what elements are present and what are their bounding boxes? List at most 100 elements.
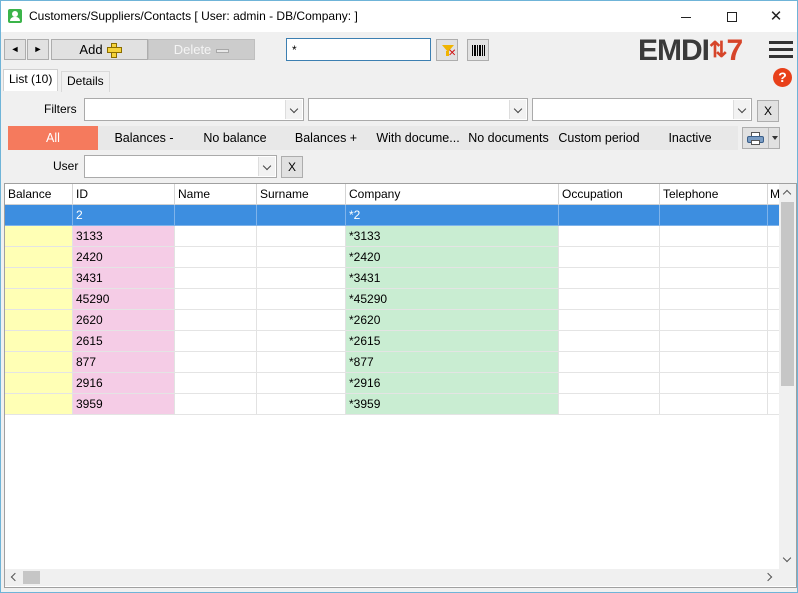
- cell-occupation[interactable]: [559, 205, 660, 226]
- cell-name[interactable]: [175, 247, 257, 268]
- cell-id[interactable]: 45290: [73, 289, 175, 310]
- cell-id[interactable]: 2: [73, 205, 175, 226]
- cell-company[interactable]: *3959: [346, 394, 559, 415]
- filter-combo-3[interactable]: [532, 98, 752, 121]
- column-header-balance[interactable]: Balance: [5, 184, 73, 205]
- cell-telephone[interactable]: [660, 268, 768, 289]
- cell-surname[interactable]: [257, 289, 346, 310]
- column-header-telephone[interactable]: Telephone: [660, 184, 768, 205]
- cell-telephone[interactable]: [660, 289, 768, 310]
- search-input[interactable]: [286, 38, 431, 61]
- tab-details[interactable]: Details: [61, 71, 110, 92]
- maximize-button[interactable]: [709, 1, 755, 32]
- hamburger-menu-icon[interactable]: [769, 41, 793, 59]
- table-row[interactable]: 3133 *3133: [5, 226, 780, 247]
- cell-surname[interactable]: [257, 226, 346, 247]
- cell-surname[interactable]: [257, 268, 346, 289]
- cell-id[interactable]: 2420: [73, 247, 175, 268]
- cell-occupation[interactable]: [559, 373, 660, 394]
- next-record-button[interactable]: ►: [27, 39, 49, 60]
- cell-occupation[interactable]: [559, 331, 660, 352]
- table-row[interactable]: 2420 *2420: [5, 247, 780, 268]
- clear-filters-button[interactable]: X: [757, 100, 779, 122]
- delete-button[interactable]: Delete: [148, 39, 255, 60]
- table-row[interactable]: 877 *877: [5, 352, 780, 373]
- cell-id[interactable]: 3133: [73, 226, 175, 247]
- table-row[interactable]: 3431 *3431: [5, 268, 780, 289]
- cell-company[interactable]: *2: [346, 205, 559, 226]
- cell-occupation[interactable]: [559, 310, 660, 331]
- barcode-button[interactable]: [467, 39, 489, 61]
- cell-company[interactable]: *2620: [346, 310, 559, 331]
- cell-telephone[interactable]: [660, 226, 768, 247]
- cell-surname[interactable]: [257, 352, 346, 373]
- chevron-down-icon[interactable]: [258, 157, 275, 176]
- table-row[interactable]: 2916 *2916: [5, 373, 780, 394]
- vertical-scrollbar[interactable]: [779, 184, 796, 569]
- cell-occupation[interactable]: [559, 247, 660, 268]
- cell-name[interactable]: [175, 394, 257, 415]
- cell-name[interactable]: [175, 373, 257, 394]
- column-header-id[interactable]: ID: [73, 184, 175, 205]
- scroll-left-icon[interactable]: [5, 569, 22, 586]
- column-header-company[interactable]: Company: [346, 184, 559, 205]
- scroll-down-icon[interactable]: [779, 552, 796, 569]
- cell-company[interactable]: *45290: [346, 289, 559, 310]
- clear-user-filter-button[interactable]: X: [281, 156, 303, 178]
- segment-custom-period[interactable]: Custom period: [553, 126, 645, 150]
- contacts-grid[interactable]: Balance ID Name Surname Company Occupati…: [4, 183, 797, 588]
- cell-surname[interactable]: [257, 331, 346, 352]
- cell-company[interactable]: *2916: [346, 373, 559, 394]
- cell-company[interactable]: *2615: [346, 331, 559, 352]
- help-icon[interactable]: ?: [773, 68, 792, 87]
- cell-occupation[interactable]: [559, 352, 660, 373]
- cell-company[interactable]: *877: [346, 352, 559, 373]
- clear-filter-button[interactable]: ✕: [436, 39, 458, 61]
- segment-balances-positive[interactable]: Balances +: [280, 126, 372, 150]
- scroll-up-icon[interactable]: [779, 184, 796, 201]
- user-filter-combo[interactable]: [84, 155, 277, 178]
- title-bar[interactable]: Customers/Suppliers/Contacts [ User: adm…: [1, 1, 797, 32]
- close-button[interactable]: ✕: [753, 1, 798, 32]
- cell-name[interactable]: [175, 310, 257, 331]
- table-row[interactable]: 2620 *2620: [5, 310, 780, 331]
- cell-name[interactable]: [175, 331, 257, 352]
- cell-telephone[interactable]: [660, 331, 768, 352]
- table-row[interactable]: 2 *2: [5, 205, 780, 226]
- cell-balance[interactable]: [5, 289, 73, 310]
- cell-name[interactable]: [175, 226, 257, 247]
- cell-balance[interactable]: [5, 352, 73, 373]
- segment-inactive[interactable]: Inactive: [645, 126, 735, 150]
- cell-telephone[interactable]: [660, 394, 768, 415]
- cell-surname[interactable]: [257, 205, 346, 226]
- column-header-surname[interactable]: Surname: [257, 184, 346, 205]
- cell-id[interactable]: 3959: [73, 394, 175, 415]
- cell-id[interactable]: 3431: [73, 268, 175, 289]
- cell-id[interactable]: 2620: [73, 310, 175, 331]
- cell-company[interactable]: *2420: [346, 247, 559, 268]
- horizontal-scrollbar[interactable]: [5, 569, 779, 586]
- cell-name[interactable]: [175, 352, 257, 373]
- cell-id[interactable]: 2615: [73, 331, 175, 352]
- cell-balance[interactable]: [5, 205, 73, 226]
- cell-balance[interactable]: [5, 394, 73, 415]
- cell-balance[interactable]: [5, 226, 73, 247]
- column-header-occupation[interactable]: Occupation: [559, 184, 660, 205]
- previous-record-button[interactable]: ◄: [4, 39, 26, 60]
- filter-combo-1[interactable]: [84, 98, 304, 121]
- vertical-scroll-thumb[interactable]: [781, 202, 794, 386]
- cell-occupation[interactable]: [559, 394, 660, 415]
- cell-balance[interactable]: [5, 310, 73, 331]
- chevron-down-icon[interactable]: [733, 100, 750, 119]
- horizontal-scroll-thumb[interactable]: [23, 571, 40, 584]
- cell-telephone[interactable]: [660, 205, 768, 226]
- cell-name[interactable]: [175, 289, 257, 310]
- cell-telephone[interactable]: [660, 247, 768, 268]
- scroll-right-icon[interactable]: [762, 569, 779, 586]
- cell-occupation[interactable]: [559, 268, 660, 289]
- cell-telephone[interactable]: [660, 310, 768, 331]
- print-button[interactable]: [742, 127, 780, 149]
- table-row[interactable]: 3959 *3959: [5, 394, 780, 415]
- cell-id[interactable]: 2916: [73, 373, 175, 394]
- print-dropdown-icon[interactable]: [768, 128, 779, 148]
